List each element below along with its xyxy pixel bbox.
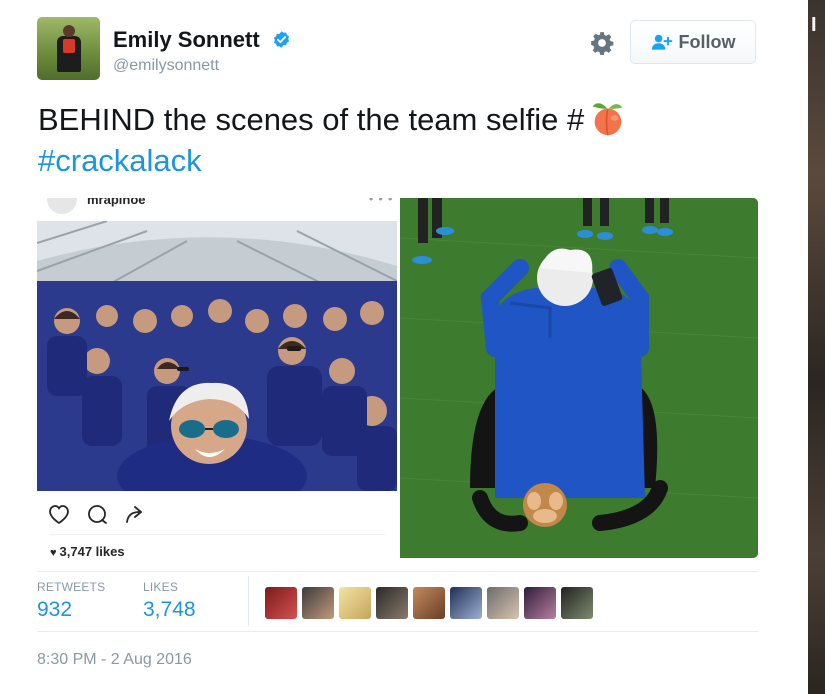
hashtag-link[interactable]: #crackalack [38,143,202,178]
instagram-likes: ♥ 3,747 likes [50,544,125,558]
tweet-timestamp[interactable]: 8:30 PM - 2 Aug 2016 [37,651,192,669]
retweets-label: RETWEETS [37,580,106,594]
follow-label: Follow [678,31,736,52]
more-options-icon: • • • [369,198,394,206]
heart-outline-icon[interactable] [47,503,71,525]
likes-label: LIKES [143,580,179,594]
liker-avatar[interactable] [376,587,408,619]
instagram-avatar [47,198,77,214]
edge-glyph: I [811,14,817,36]
behind-the-scenes-photo[interactable] [400,198,758,558]
user-avatar[interactable] [37,17,100,80]
instagram-screenshot[interactable]: mrapinoe • • • ♥ 3,747 likes [37,198,397,558]
liker-avatar[interactable] [339,587,371,619]
retweets-count[interactable]: 932 [37,598,72,622]
liker-avatars [265,587,593,619]
adjacent-content-strip: I [808,0,825,694]
avatar-figure-head [63,25,75,37]
instagram-likes-count: 3,747 likes [59,544,125,558]
verified-badge-icon [273,31,290,48]
comment-icon[interactable] [85,503,109,525]
liker-avatar[interactable] [413,587,445,619]
liker-avatar[interactable] [265,587,297,619]
user-handle[interactable]: @emilysonnett [113,57,219,75]
stats-vertical-divider [248,576,249,626]
tweet-text: BEHIND the scenes of the team selfie # #… [38,99,758,181]
selfie-illustration [37,221,397,491]
stats-bottom-divider [37,631,758,632]
liker-avatar[interactable] [450,587,482,619]
instagram-actions [47,503,147,525]
field-illustration [400,198,758,558]
avatar-figure-stripe [63,39,75,53]
add-user-icon [651,34,672,50]
small-heart-icon: ♥ [50,547,57,558]
gear-icon[interactable] [589,30,615,56]
follow-button[interactable]: Follow [630,20,756,64]
stats-top-divider [37,571,758,572]
liker-avatar[interactable] [487,587,519,619]
display-name[interactable]: Emily Sonnett [113,27,260,53]
liker-avatar[interactable] [302,587,334,619]
instagram-divider [49,534,385,535]
tweet-page: I Emily Sonnett @emilysonnett Follow BEH… [0,0,825,694]
likes-count[interactable]: 3,748 [143,598,196,622]
peach-emoji-icon [592,103,623,136]
instagram-username: mrapinoe [87,198,146,207]
share-icon[interactable] [123,503,147,525]
team-selfie-photo [37,221,397,491]
liker-avatar[interactable] [561,587,593,619]
tweet-body: BEHIND the scenes of the team selfie # [38,102,585,137]
liker-avatar[interactable] [524,587,556,619]
